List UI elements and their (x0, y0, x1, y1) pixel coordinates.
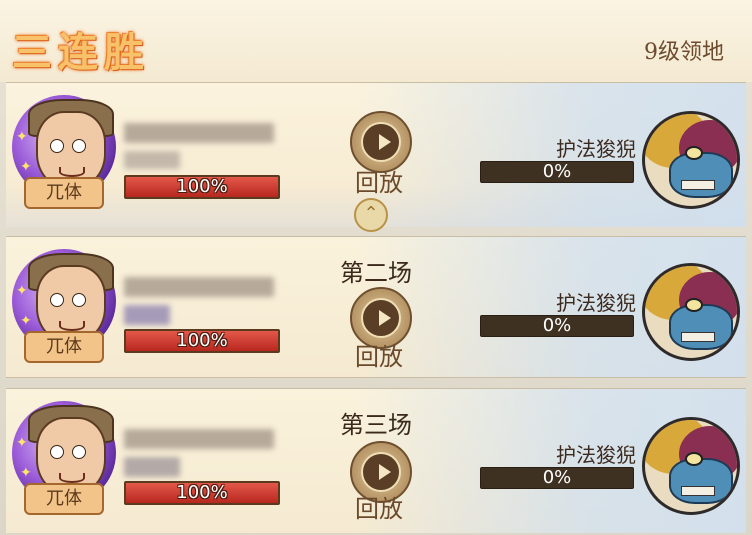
enemy-hp-bar: 0% (480, 315, 634, 337)
territory-level: 9级领地 (644, 40, 724, 65)
player-avatar-icon[interactable]: ✦ ✦ 兀体 (12, 89, 124, 209)
player-class-tag: 兀体 (24, 483, 104, 515)
round-row-2: 第二场 ✦ ✦ 兀体 100% 回放 护法狻猊 0% (6, 236, 746, 378)
player-guild-redacted (124, 305, 170, 325)
player-avatar-icon[interactable]: ✦ ✦ 兀体 (12, 243, 124, 363)
suanni-boss-avatar-icon[interactable] (642, 111, 740, 209)
page-title: 三连胜 (12, 29, 150, 76)
player-hp-bar: 100% (124, 329, 280, 353)
enemy-hp-text: 0% (542, 315, 572, 336)
battle-result-panel: 三连胜 9级领地 ✦ ✦ 兀体 100% 回放 护法狻猊 0% ⌃ 第二场 ✦ … (0, 0, 752, 535)
replay-label[interactable]: 回放 (346, 163, 412, 198)
replay-label[interactable]: 回放 (346, 489, 412, 524)
round-label: 第三场 (340, 411, 412, 439)
round-row-3: 第三场 ✦ ✦ 兀体 100% 回放 护法狻猊 0% (6, 388, 746, 533)
player-hp-text: 100% (176, 176, 228, 197)
enemy-name: 护法狻猊 (556, 137, 636, 161)
suanni-boss-avatar-icon[interactable] (642, 263, 740, 361)
suanni-boss-avatar-icon[interactable] (642, 417, 740, 515)
replay-label[interactable]: 回放 (346, 337, 412, 372)
enemy-name: 护法狻猊 (556, 443, 636, 467)
round-label: 第二场 (340, 259, 412, 287)
chevron-up-icon[interactable]: ⌃ (354, 198, 388, 232)
player-class-tag: 兀体 (24, 177, 104, 209)
replay-play-icon (379, 464, 391, 480)
header: 三连胜 9级领地 (0, 0, 752, 82)
player-hp-bar: 100% (124, 175, 280, 199)
enemy-hp-text: 0% (542, 467, 572, 488)
replay-play-icon (379, 310, 391, 326)
player-class-tag: 兀体 (24, 331, 104, 363)
player-guild-redacted (124, 457, 180, 477)
player-avatar-icon[interactable]: ✦ ✦ 兀体 (12, 395, 124, 515)
player-hp-text: 100% (176, 330, 228, 351)
player-hp-text: 100% (176, 482, 228, 503)
player-name-redacted (124, 277, 274, 297)
player-guild-redacted (124, 151, 180, 169)
enemy-hp-bar: 0% (480, 161, 634, 183)
replay-play-icon (379, 134, 391, 150)
player-hp-bar: 100% (124, 481, 280, 505)
enemy-name: 护法狻猊 (556, 291, 636, 315)
player-name-redacted (124, 123, 274, 143)
player-name-redacted (124, 429, 274, 449)
enemy-hp-bar: 0% (480, 467, 634, 489)
enemy-hp-text: 0% (542, 161, 572, 182)
